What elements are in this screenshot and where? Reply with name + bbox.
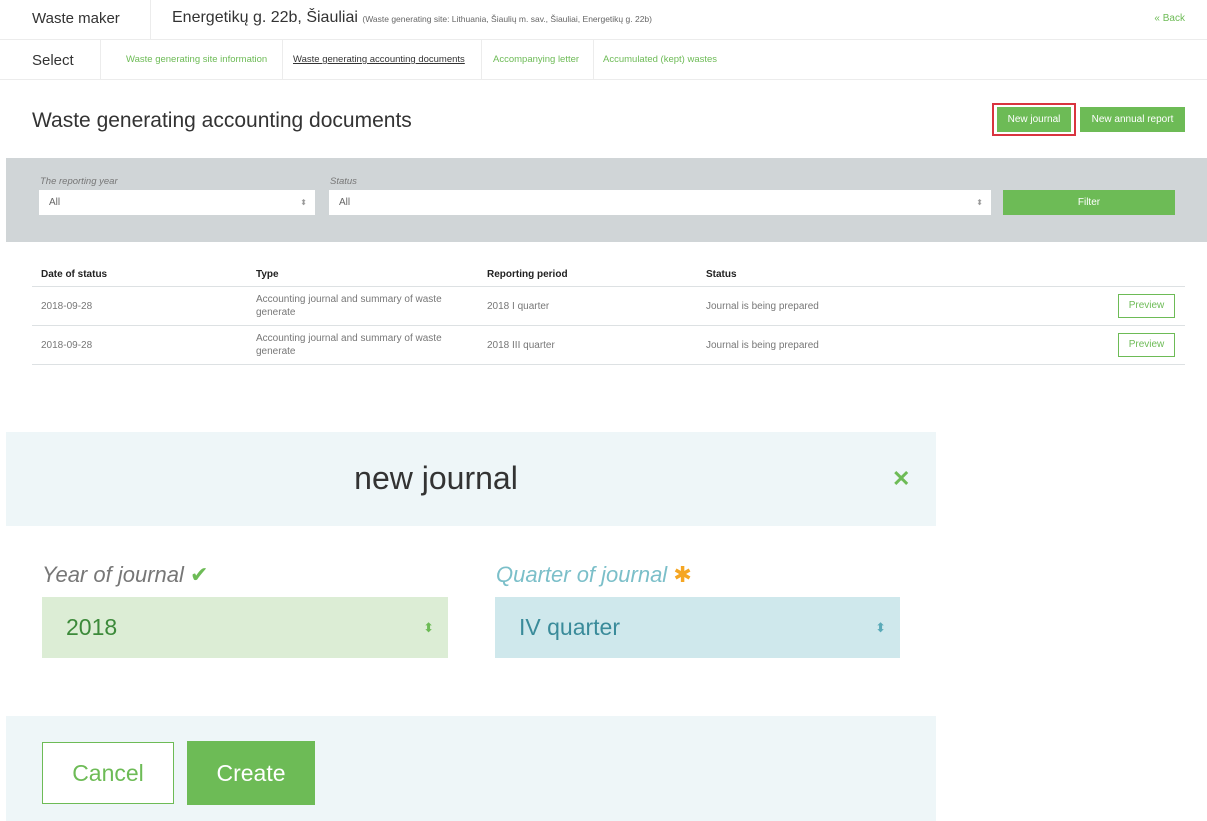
divider <box>481 40 482 80</box>
column-header: Status <box>706 269 737 280</box>
year-filter-label: The reporting year <box>40 176 118 187</box>
column-header: Type <box>256 269 279 280</box>
tab-accounting-documents[interactable]: Waste generating accounting documents <box>293 54 465 65</box>
app-title: Waste maker <box>32 10 120 27</box>
select-arrows-icon: ⬍ <box>875 620 886 635</box>
status-filter-select[interactable]: All ⬍ <box>329 190 991 215</box>
quarter-select[interactable]: IV quarter ⬍ <box>495 597 900 658</box>
preview-button[interactable]: Preview <box>1118 294 1175 318</box>
cell-period: 2018 III quarter <box>487 340 555 351</box>
nav-bar: Select Waste generating site information… <box>0 40 1207 80</box>
column-header: Date of status <box>41 269 108 280</box>
highlight-box <box>992 103 1076 136</box>
site-name: Energetikų g. 22b, Šiauliai (Waste gener… <box>172 9 652 27</box>
select-arrows-icon: ⬍ <box>300 198 307 207</box>
cell-type-line1: Accounting journal and summary of waste <box>256 294 442 305</box>
divider <box>100 40 101 80</box>
year-filter-value: All <box>49 197 61 208</box>
quarter-field-label-text: Quarter of journal <box>496 562 668 587</box>
divider <box>150 0 151 40</box>
cell-date: 2018-09-28 <box>41 301 93 312</box>
tab-accompanying-letter[interactable]: Accompanying letter <box>493 54 579 65</box>
cell-date: 2018-09-28 <box>41 340 93 351</box>
site-name-text: Energetikų g. 22b, Šiauliai <box>172 9 358 26</box>
column-header: Reporting period <box>487 269 568 280</box>
cell-period: 2018 I quarter <box>487 301 550 312</box>
modal-footer: Cancel Create <box>6 716 936 821</box>
cell-type-line2: generate <box>256 346 296 357</box>
cell-status: Journal is being prepared <box>706 340 819 351</box>
tab-site-information[interactable]: Waste generating site information <box>126 54 267 65</box>
year-select-value: 2018 <box>66 614 118 640</box>
create-button[interactable]: Create <box>187 741 315 805</box>
page-title: Waste generating accounting documents <box>32 109 412 132</box>
tab-accumulated-wastes[interactable]: Accumulated (kept) wastes <box>603 54 717 65</box>
year-filter-select[interactable]: All ⬍ <box>39 190 315 215</box>
cell-type-line1: Accounting journal and summary of waste <box>256 333 442 344</box>
new-annual-report-button[interactable]: New annual report <box>1080 107 1185 132</box>
table-row: 2018-09-28 Accounting journal and summar… <box>32 287 1185 326</box>
top-header: Waste maker Energetikų g. 22b, Šiauliai … <box>0 0 1207 40</box>
year-select[interactable]: 2018 ⬍ <box>42 597 448 658</box>
year-field-label: Year of journal ✔ <box>42 562 208 588</box>
check-icon: ✔ <box>190 562 209 587</box>
cell-type-line2: generate <box>256 307 296 318</box>
quarter-field-label: Quarter of journal ✱ <box>496 562 692 588</box>
close-icon[interactable]: ✕ <box>892 466 910 492</box>
documents-table: Date of status Type Reporting period Sta… <box>32 265 1185 365</box>
preview-button[interactable]: Preview <box>1118 333 1175 357</box>
site-detail: (Waste generating site: Lithuania, Šiaul… <box>362 14 652 24</box>
table-header: Date of status Type Reporting period Sta… <box>32 265 1185 287</box>
modal-header: new journal ✕ <box>6 432 936 526</box>
quarter-select-value: IV quarter <box>519 614 620 640</box>
divider <box>282 40 283 80</box>
divider <box>593 40 594 80</box>
table-row: 2018-09-28 Accounting journal and summar… <box>32 326 1185 365</box>
back-link[interactable]: « Back <box>1154 13 1185 24</box>
select-label: Select <box>32 52 74 69</box>
status-filter-label: Status <box>330 176 357 187</box>
cancel-button[interactable]: Cancel <box>42 742 174 804</box>
select-arrows-icon: ⬍ <box>976 198 983 207</box>
cell-status: Journal is being prepared <box>706 301 819 312</box>
filter-panel: The reporting year All ⬍ Status All ⬍ Fi… <box>6 158 1207 242</box>
status-filter-value: All <box>339 197 351 208</box>
select-arrows-icon: ⬍ <box>423 620 434 635</box>
required-star-icon: ✱ <box>673 562 692 587</box>
filter-button[interactable]: Filter <box>1003 190 1175 215</box>
modal-title: new journal <box>354 460 518 496</box>
year-field-label-text: Year of journal <box>42 562 184 587</box>
